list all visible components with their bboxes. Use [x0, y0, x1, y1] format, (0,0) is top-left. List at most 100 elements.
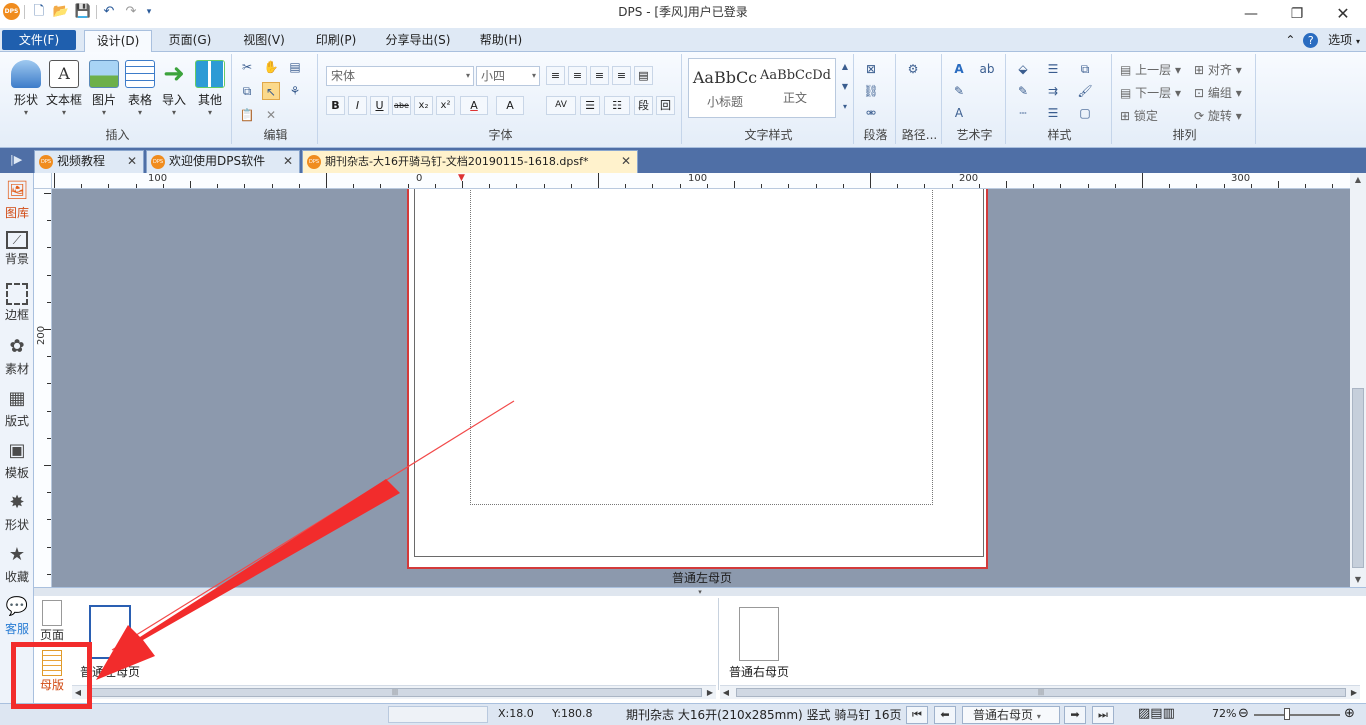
- text-frame-icon[interactable]: ⊠: [862, 60, 880, 78]
- panel-toggle-icon[interactable]: |▶: [10, 153, 22, 166]
- superscript-button[interactable]: x²: [436, 96, 455, 115]
- italic-button[interactable]: I: [348, 96, 367, 115]
- scrollbar-thumb[interactable]: |||: [736, 688, 1346, 697]
- font-size-grow-button[interactable]: A: [496, 96, 524, 115]
- doc-tab-welcome[interactable]: DPS 欢迎使用DPS软件 ✕: [146, 150, 300, 173]
- doc-tab-video-tutorial[interactable]: DPS 视频教程 ✕: [34, 150, 144, 173]
- hand-tool-icon[interactable]: ✋: [262, 58, 280, 76]
- delete-icon[interactable]: ✕: [262, 106, 280, 124]
- shadow-icon[interactable]: ▢: [1076, 104, 1094, 122]
- sidebar-item-support[interactable]: 💬 客服: [0, 591, 34, 643]
- line-style-icon[interactable]: ☰: [1044, 60, 1062, 78]
- image-button[interactable]: 图片 ▾: [84, 58, 124, 126]
- right-horizontal-scrollbar[interactable]: ◀ ||| ▶: [720, 685, 1360, 699]
- sidebar-item-background[interactable]: ⟋ 背景: [0, 227, 34, 279]
- dash-style-icon[interactable]: ┄: [1014, 104, 1032, 122]
- bring-forward-button[interactable]: ▤ 上一层 ▾: [1120, 61, 1181, 78]
- tab-print[interactable]: 印刷(P): [306, 30, 366, 52]
- tab-page[interactable]: 页面(G): [160, 30, 220, 52]
- tab-share-export[interactable]: 分享导出(S): [378, 30, 458, 52]
- art-text-style-icon[interactable]: ab: [978, 60, 996, 78]
- line-color-icon[interactable]: ✎: [1014, 82, 1032, 100]
- chevron-down-icon[interactable]: ▾: [1356, 37, 1360, 46]
- prev-page-icon[interactable]: ⬅: [934, 706, 956, 724]
- view-mode-icons[interactable]: ▨▤▥: [1138, 706, 1175, 721]
- right-master-thumbnail[interactable]: [739, 607, 779, 661]
- zoom-slider-track[interactable]: [1254, 714, 1340, 716]
- import-button[interactable]: ➜ 导入 ▾: [154, 58, 194, 126]
- picture-tool-icon[interactable]: ▤: [286, 58, 304, 76]
- link-icon[interactable]: ⛓: [862, 82, 880, 100]
- sidebar-item-favorites[interactable]: ★ 收藏: [0, 539, 34, 591]
- sidebar-item-material[interactable]: ✿ 素材: [0, 331, 34, 383]
- sidebar-item-gallery[interactable]: 🖼 图库: [0, 175, 34, 227]
- art-text-effect-icon[interactable]: A: [950, 104, 968, 122]
- other-button[interactable]: 其他 ▾: [190, 58, 230, 126]
- options-menu[interactable]: 选项: [1328, 33, 1352, 47]
- first-page-icon[interactable]: ⏮: [906, 706, 928, 724]
- indent-icon[interactable]: ☷: [604, 96, 630, 115]
- design-canvas[interactable]: [52, 189, 1350, 587]
- unlink-icon[interactable]: ⚮: [862, 104, 880, 122]
- help-icon[interactable]: ?: [1303, 33, 1319, 48]
- strikethrough-button[interactable]: abe: [392, 96, 411, 115]
- file-menu[interactable]: 文件(F): [2, 30, 76, 50]
- sidebar-item-shape[interactable]: ✸ 形状: [0, 487, 34, 539]
- zoom-slider-thumb[interactable]: [1284, 708, 1290, 720]
- style-body[interactable]: AaBbCcDd 正文: [760, 60, 831, 116]
- send-backward-button[interactable]: ▤ 下一层 ▾: [1120, 84, 1181, 101]
- gallery-expand-icon[interactable]: ▾: [836, 98, 854, 116]
- copy-icon[interactable]: ⧉: [238, 82, 256, 100]
- close-tab-icon[interactable]: ✕: [621, 151, 631, 172]
- collapse-ribbon-icon[interactable]: ⌃: [1285, 33, 1295, 47]
- char-spacing-button[interactable]: AV: [546, 96, 576, 115]
- tab-view[interactable]: 视图(V): [234, 30, 294, 52]
- textbox-button[interactable]: A 文本框 ▾: [44, 58, 84, 126]
- minimize-button[interactable]: —: [1228, 0, 1274, 28]
- style-subtitle[interactable]: AaBbCc 小标题: [690, 60, 760, 116]
- zoom-out-icon[interactable]: ⊖: [1238, 706, 1249, 721]
- scroll-right-icon[interactable]: ▶: [704, 686, 716, 699]
- align-button[interactable]: ⊞ 对齐 ▾: [1194, 61, 1242, 78]
- close-tab-icon[interactable]: ✕: [127, 151, 137, 172]
- scroll-down-icon[interactable]: ▼: [1350, 573, 1366, 587]
- line-spacing-icon[interactable]: ☰: [580, 96, 600, 115]
- shape-button[interactable]: 形状 ▾: [6, 58, 46, 126]
- distribute-icon[interactable]: ▤: [634, 66, 653, 85]
- left-horizontal-scrollbar[interactable]: ◀ ||| ▶: [72, 685, 716, 699]
- tab-design[interactable]: 设计(D): [84, 30, 152, 52]
- art-text-fill-icon[interactable]: ✎: [950, 82, 968, 100]
- arrow-style-icon[interactable]: ⇉: [1044, 82, 1062, 100]
- align-left-icon[interactable]: ≡: [546, 66, 565, 85]
- page-select[interactable]: 普通右母页 ▾: [962, 706, 1060, 724]
- page-tool[interactable]: 页面: [34, 600, 70, 643]
- subscript-button[interactable]: x₂: [414, 96, 433, 115]
- next-page-icon[interactable]: ➡: [1064, 706, 1086, 724]
- close-tab-icon[interactable]: ✕: [283, 151, 293, 172]
- gallery-scroll-up-icon[interactable]: ▲: [836, 58, 854, 76]
- doc-tab-magazine[interactable]: DPS 期刊杂志-大16开骑马钉-文档20190115-1618.dpsf* ✕: [302, 150, 638, 173]
- lock-button[interactable]: ⊞ 锁定: [1120, 107, 1158, 124]
- path-settings-icon[interactable]: ⚙: [904, 60, 922, 78]
- line-weight-icon[interactable]: ☰: [1044, 104, 1062, 122]
- sidebar-item-border[interactable]: 边框: [0, 279, 34, 331]
- art-text-icon[interactable]: A: [950, 60, 968, 78]
- align-right-icon[interactable]: ≡: [590, 66, 609, 85]
- left-master-thumbnail[interactable]: [89, 605, 131, 659]
- close-button[interactable]: ✕: [1320, 0, 1366, 28]
- fill-color-icon[interactable]: ⬙: [1014, 60, 1032, 78]
- group-button[interactable]: ⊡ 编组 ▾: [1194, 84, 1242, 101]
- sidebar-item-template[interactable]: ▣ 模板: [0, 435, 34, 487]
- scrollbar-thumb[interactable]: [1352, 388, 1364, 568]
- paragraph-button[interactable]: 段: [634, 96, 653, 115]
- scroll-left-icon[interactable]: ◀: [720, 686, 732, 699]
- vertical-scrollbar[interactable]: ▲ ▼: [1350, 173, 1366, 587]
- rotate-button[interactable]: ⟳ 旋转 ▾: [1194, 107, 1242, 124]
- font-family-select[interactable]: 宋体 ▾: [326, 66, 474, 86]
- ruler-marker-icon[interactable]: ▼: [458, 173, 465, 183]
- panel-splitter[interactable]: ▾: [34, 588, 1366, 596]
- scroll-up-icon[interactable]: ▲: [1350, 173, 1366, 187]
- scroll-right-icon[interactable]: ▶: [1348, 686, 1360, 699]
- gallery-scroll-down-icon[interactable]: ▼: [836, 78, 854, 96]
- magic-wand-icon[interactable]: ⚘: [286, 82, 304, 100]
